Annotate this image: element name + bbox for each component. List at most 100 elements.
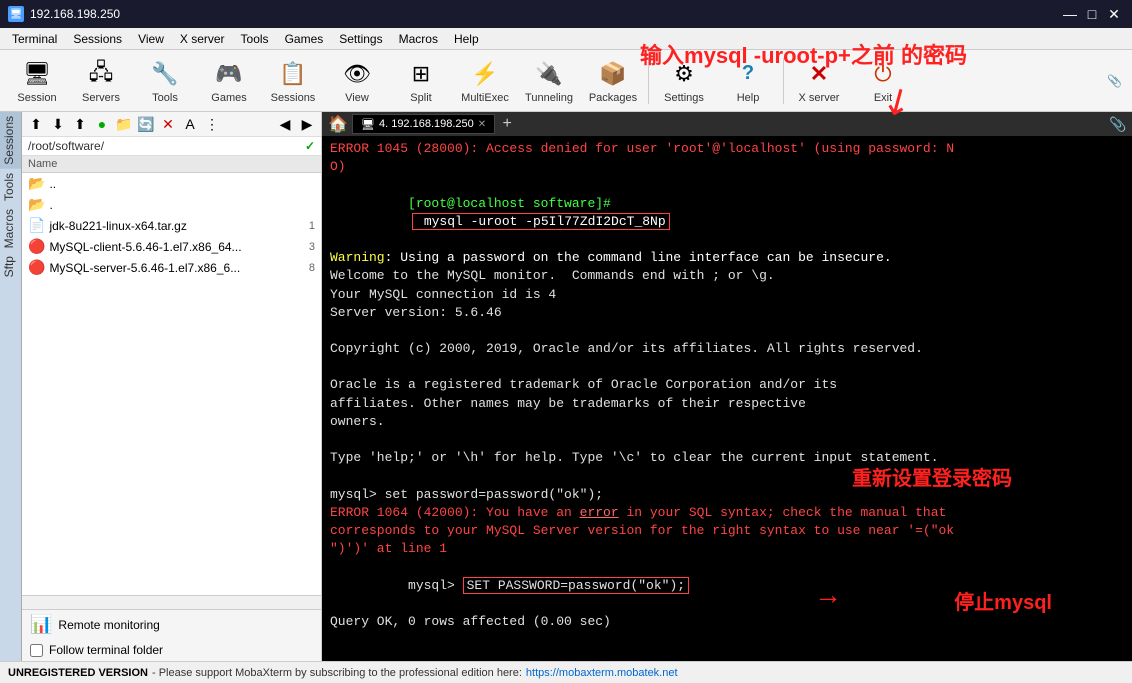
terminal-line: ")')' at line 1: [330, 540, 1124, 558]
file-path-bar: ✓: [22, 137, 321, 156]
file-path-input[interactable]: [28, 139, 305, 153]
menu-terminal[interactable]: Terminal: [4, 30, 65, 48]
file-item-mysql-server[interactable]: 🔴 MySQL-server-5.6.46-1.el7.x86_6... 8: [22, 257, 321, 278]
file-item-name: ..: [49, 177, 315, 191]
menu-macros[interactable]: Macros: [391, 30, 446, 48]
file-upload-button[interactable]: ⬆: [70, 114, 90, 134]
rpm-icon: 🔴: [28, 238, 45, 255]
close-button[interactable]: ✕: [1104, 4, 1124, 24]
games-label: Games: [211, 92, 246, 104]
terminal-blank-line: [330, 322, 1124, 340]
tab-attach-button[interactable]: 📎: [1108, 114, 1128, 134]
xserver-label: X server: [799, 92, 840, 104]
file-item-parent[interactable]: 📂 ..: [22, 173, 321, 194]
file-download-button[interactable]: ⬇: [48, 114, 68, 134]
tunneling-icon: 🔌: [533, 58, 565, 90]
toolbar-separator-2: [783, 58, 784, 104]
file-path-ok-icon: ✓: [305, 139, 315, 153]
view-button[interactable]: 👁 View: [326, 53, 388, 109]
folder-icon: 📂: [28, 196, 45, 213]
menu-xserver[interactable]: X server: [172, 30, 233, 48]
exit-button[interactable]: ⏻ Exit: [852, 53, 914, 109]
terminal-line: affiliates. Other names may be trademark…: [330, 395, 1124, 413]
app-icon: 🖥: [8, 6, 24, 22]
multiexec-label: MultiExec: [461, 92, 509, 104]
terminal-line: Query OK, 0 rows affected (0.00 sec): [330, 613, 1124, 631]
session-label: Session: [17, 92, 56, 104]
file-item-jdk[interactable]: 📄 jdk-8u221-linux-x64.tar.gz 1: [22, 215, 321, 236]
help-button[interactable]: ? Help: [717, 53, 779, 109]
terminal-line: Oracle is a registered trademark of Orac…: [330, 376, 1124, 394]
file-hscrollbar[interactable]: [22, 595, 321, 609]
maximize-button[interactable]: □: [1082, 4, 1102, 24]
tab-close-icon[interactable]: ✕: [478, 119, 486, 130]
file-font-button[interactable]: A: [180, 114, 200, 134]
servers-button[interactable]: 🖧 Servers: [70, 53, 132, 109]
split-button[interactable]: ⊞ Split: [390, 53, 452, 109]
window-title: 192.168.198.250: [30, 7, 120, 21]
sidebar-tab-sessions[interactable]: Sessions: [0, 112, 21, 169]
packages-button[interactable]: 📦 Packages: [582, 53, 644, 109]
terminal-tab-4[interactable]: 🖥 4. 192.168.198.250 ✕: [352, 114, 495, 134]
status-link[interactable]: https://mobaxterm.mobatek.net: [526, 667, 678, 679]
terminal-line: O): [330, 158, 1124, 176]
file-refresh-button[interactable]: 🔄: [136, 114, 156, 134]
terminal-line: Copyright (c) 2000, 2019, Oracle and/or …: [330, 340, 1124, 358]
file-nav-prev-button[interactable]: ◀: [275, 114, 295, 134]
sidebar-tab-tools[interactable]: Tools: [0, 169, 21, 205]
file-list-header: Name: [22, 156, 321, 173]
terminal-line: Warning: Using a password on the command…: [330, 249, 1124, 267]
file-item-name: MySQL-server-5.6.46-1.el7.x86_6...: [49, 261, 304, 275]
file-green-button[interactable]: ●: [92, 114, 112, 134]
set-password-highlight: SET PASSWORD=password("ok");: [463, 577, 689, 594]
minimize-button[interactable]: —: [1060, 4, 1080, 24]
menu-settings[interactable]: Settings: [331, 30, 390, 48]
tools-button[interactable]: 🔧 Tools: [134, 53, 196, 109]
terminal-line-cmd: [root@localhost software]# mysql -uroot …: [330, 176, 1124, 249]
file-item-mysql-client[interactable]: 🔴 MySQL-client-5.6.46-1.el7.x86_64... 3: [22, 236, 321, 257]
exit-icon: ⏻: [867, 58, 899, 90]
toolbar: 🖥 Session 🖧 Servers 🔧 Tools 🎮 Games 📋 Se…: [0, 50, 1132, 112]
follow-folder-checkbox[interactable]: [30, 644, 43, 657]
terminal-content[interactable]: ERROR 1045 (28000): Access denied for us…: [322, 136, 1132, 661]
file-item-current[interactable]: 📂 .: [22, 194, 321, 215]
status-unregistered-label: UNREGISTERED VERSION: [8, 667, 148, 679]
terminal-line: Type 'help;' or '\h' for help. Type '\c'…: [330, 449, 1124, 467]
terminal-line: ERROR 1064 (42000): You have an error in…: [330, 504, 1124, 522]
settings-button[interactable]: ⚙ Settings: [653, 53, 715, 109]
sessions-button[interactable]: 📋 Sessions: [262, 53, 324, 109]
xserver-button[interactable]: ✕ X server: [788, 53, 850, 109]
follow-folder-label: Follow terminal folder: [49, 643, 163, 657]
file-back-button[interactable]: ⬆: [26, 114, 46, 134]
games-button[interactable]: 🎮 Games: [198, 53, 260, 109]
session-button[interactable]: 🖥 Session: [6, 53, 68, 109]
menu-tools[interactable]: Tools: [233, 30, 277, 48]
terminal-line: corresponds to your MySQL Server version…: [330, 522, 1124, 540]
sidebar-tab-macros[interactable]: Macros: [0, 205, 21, 252]
file-delete-button[interactable]: ✕: [158, 114, 178, 134]
multiexec-icon: ⚡: [469, 58, 501, 90]
file-toolbar: ⬆ ⬇ ⬆ ● 📁 🔄 ✕ A ⋮ ◀ ▶: [22, 112, 321, 137]
tab-home-icon[interactable]: 🏠: [326, 114, 350, 134]
tab-add-button[interactable]: +: [497, 114, 517, 134]
exit-label: Exit: [874, 92, 892, 104]
settings-label: Settings: [664, 92, 704, 104]
view-icon: 👁: [341, 58, 373, 90]
menu-help[interactable]: Help: [446, 30, 487, 48]
rpm-icon: 🔴: [28, 259, 45, 276]
terminal-line: Server version: 5.6.46: [330, 304, 1124, 322]
sidebar-tab-sftp[interactable]: Sftp: [0, 252, 21, 281]
tunneling-button[interactable]: 🔌 Tunneling: [518, 53, 580, 109]
menu-games[interactable]: Games: [277, 30, 332, 48]
file-folder-button[interactable]: 📁: [114, 114, 134, 134]
terminal-line: owners.: [330, 413, 1124, 431]
packages-icon: 📦: [597, 58, 629, 90]
multiexec-button[interactable]: ⚡ MultiExec: [454, 53, 516, 109]
menu-view[interactable]: View: [130, 30, 172, 48]
menu-sessions[interactable]: Sessions: [65, 30, 130, 48]
file-item-size: 8: [309, 262, 315, 274]
file-nav-next-button[interactable]: ▶: [297, 114, 317, 134]
file-more-button[interactable]: ⋮: [202, 114, 222, 134]
terminal-blank-line: [330, 358, 1124, 376]
file-item-name: jdk-8u221-linux-x64.tar.gz: [49, 219, 304, 233]
